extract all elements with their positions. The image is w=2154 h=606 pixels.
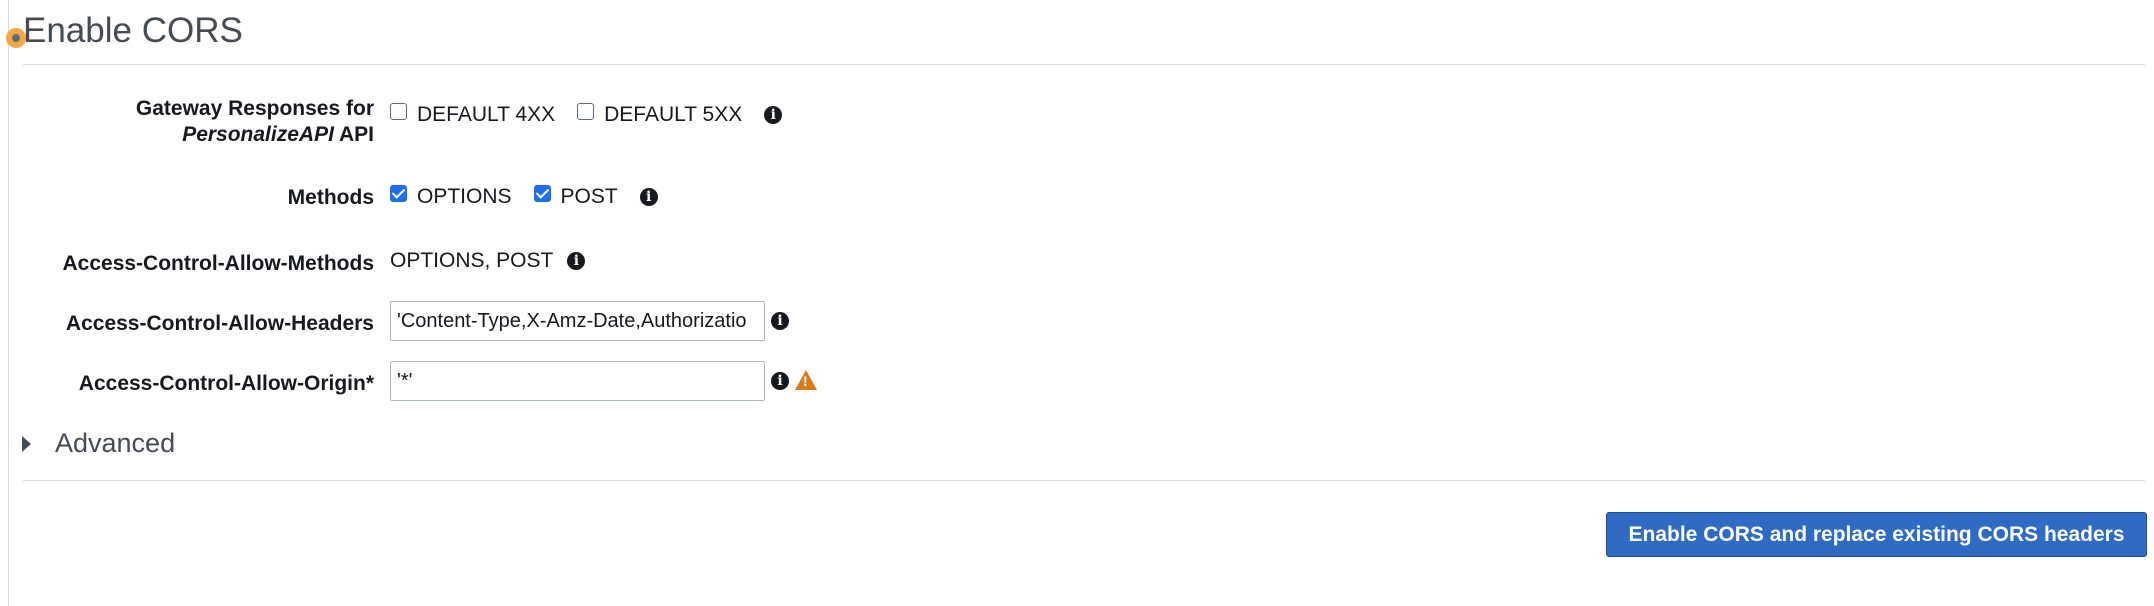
warning-icon: ! bbox=[795, 370, 817, 390]
left-rail bbox=[6, 0, 26, 606]
gateway-responses-label-suffix: API bbox=[338, 123, 374, 146]
info-icon[interactable]: i bbox=[639, 188, 658, 206]
allow-origin-row: i ! bbox=[390, 361, 817, 401]
options-method-label[interactable]: OPTIONS bbox=[417, 185, 512, 209]
allow-headers-input[interactable] bbox=[390, 301, 765, 341]
default-4xx-label[interactable]: DEFAULT 4XX bbox=[417, 103, 555, 127]
allow-methods-value: OPTIONS, POST bbox=[390, 249, 554, 272]
enable-cors-panel: Enable CORS Gateway Responses for Person… bbox=[0, 0, 2154, 606]
allow-headers-label: Access-Control-Allow-Headers bbox=[65, 312, 374, 335]
post-method-label[interactable]: POST bbox=[561, 185, 618, 209]
methods-label: Methods bbox=[287, 186, 374, 209]
caret-right-icon bbox=[22, 435, 31, 452]
gateway-responses-options: DEFAULT 4XX DEFAULT 5XX i bbox=[390, 102, 783, 127]
enable-cors-button[interactable]: Enable CORS and replace existing CORS he… bbox=[1606, 512, 2147, 557]
advanced-label: Advanced bbox=[55, 428, 176, 458]
default-4xx-checkbox[interactable] bbox=[390, 102, 407, 120]
allow-methods-row: OPTIONS, POST i bbox=[390, 249, 586, 273]
allow-origin-label: Access-Control-Allow-Origin* bbox=[78, 372, 374, 395]
gateway-responses-label-prefix: Gateway Responses for bbox=[135, 97, 374, 120]
methods-options: OPTIONS POST i bbox=[390, 184, 658, 209]
section-title: Enable CORS bbox=[23, 11, 243, 50]
post-method-checkbox[interactable] bbox=[533, 184, 551, 202]
allow-origin-input[interactable] bbox=[390, 361, 765, 401]
info-icon[interactable]: i bbox=[771, 372, 789, 390]
default-5xx-checkbox[interactable] bbox=[577, 102, 595, 120]
allow-headers-row: i bbox=[390, 301, 789, 341]
info-icon[interactable]: i bbox=[771, 312, 789, 330]
default-5xx-label[interactable]: DEFAULT 5XX bbox=[604, 103, 742, 127]
options-method-checkbox[interactable] bbox=[390, 184, 407, 202]
info-icon[interactable]: i bbox=[567, 252, 586, 270]
title-divider bbox=[23, 64, 2145, 65]
bottom-divider bbox=[23, 480, 2145, 481]
api-name: PersonalizeAPI bbox=[182, 123, 334, 146]
gateway-responses-label: Gateway Responses for PersonalizeAPI API bbox=[136, 96, 374, 148]
info-icon[interactable]: i bbox=[764, 106, 783, 124]
allow-methods-label: Access-Control-Allow-Methods bbox=[62, 252, 374, 275]
advanced-toggle[interactable]: Advanced bbox=[22, 428, 175, 459]
